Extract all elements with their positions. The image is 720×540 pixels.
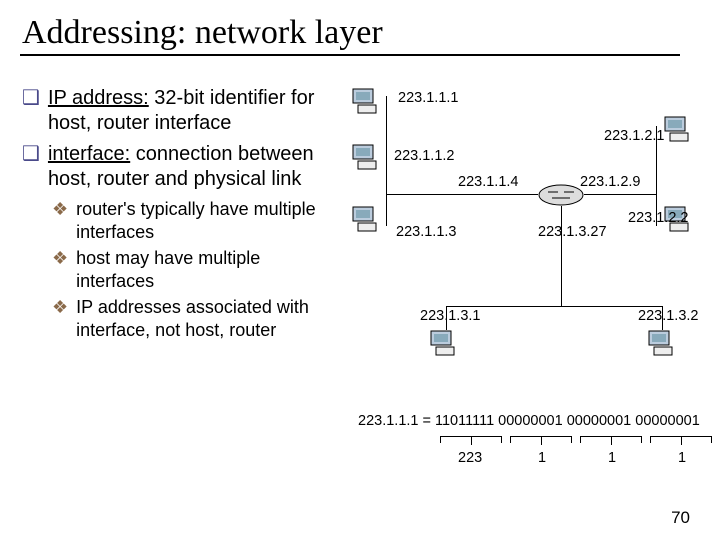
page-number: 70 [671, 508, 690, 528]
binary-expansion: 223.1.1.1 = 11011111 00000001 00000001 0… [358, 413, 700, 429]
brace [650, 436, 712, 439]
host-icon [350, 86, 382, 118]
subbullet-router-interfaces: ❖ router's typically have multiple inter… [52, 198, 342, 243]
subbullet-text: router's typically have multiple interfa… [76, 198, 342, 243]
subbullet-text: host may have multiple interfaces [76, 247, 342, 292]
link-line [561, 206, 562, 306]
square-bullet-icon: ❑ [22, 86, 40, 136]
ip-label: 223.1.2.2 [628, 210, 688, 226]
bullet-term: IP address: [48, 87, 149, 109]
host-icon [350, 204, 382, 236]
brace [510, 436, 572, 439]
link-line [446, 306, 447, 330]
host-icon [428, 328, 460, 360]
ip-label: 223.1.2.9 [580, 174, 640, 190]
link-line [386, 194, 538, 195]
binary-octet: 00000001 [498, 413, 563, 429]
brace [440, 436, 502, 439]
title-underline [20, 54, 680, 56]
network-diagram: 223.1.1.1 223.1.1.2 223.1.1.3 223.1.1.4 … [350, 86, 700, 386]
host-icon [662, 114, 694, 146]
binary-lhs: 223.1.1.1 = [358, 413, 435, 429]
binary-octet: 00000001 [635, 413, 700, 429]
ip-label: 223.1.1.4 [458, 174, 518, 190]
binary-octet: 00000001 [567, 413, 632, 429]
square-bullet-icon: ❑ [22, 142, 40, 192]
ip-label: 223.1.1.1 [398, 90, 458, 106]
ip-label: 223.1.1.3 [396, 224, 456, 240]
link-line [656, 126, 657, 226]
decimal-octet: 223 [458, 450, 482, 466]
diamond-bullet-icon: ❖ [52, 247, 68, 292]
host-icon [350, 142, 382, 174]
bullet-term: interface: [48, 143, 130, 165]
link-line [446, 306, 662, 307]
slide-title: Addressing: network layer [0, 0, 720, 52]
ip-label: 223.1.3.1 [420, 308, 480, 324]
diamond-bullet-icon: ❖ [52, 296, 68, 341]
router-icon [538, 184, 584, 206]
subbullet-host-interfaces: ❖ host may have multiple interfaces [52, 247, 342, 292]
subbullet-text: IP addresses associated with interface, … [76, 296, 342, 341]
bullet-ip-address: ❑ IP address: 32-bit identifier for host… [22, 86, 342, 136]
link-line [662, 306, 663, 330]
decimal-octet: 1 [608, 450, 616, 466]
ip-label: 223.1.1.2 [394, 148, 454, 164]
ip-label: 223.1.3.2 [638, 308, 698, 324]
brace [580, 436, 642, 439]
bullet-interface: ❑ interface: connection between host, ro… [22, 142, 342, 192]
ip-label: 223.1.3.27 [538, 224, 607, 240]
link-line [386, 96, 387, 226]
diamond-bullet-icon: ❖ [52, 198, 68, 243]
decimal-octet: 1 [678, 450, 686, 466]
body-text: ❑ IP address: 32-bit identifier for host… [22, 86, 342, 345]
host-icon [646, 328, 678, 360]
decimal-octet: 1 [538, 450, 546, 466]
link-line [584, 194, 656, 195]
subbullet-ip-associated: ❖ IP addresses associated with interface… [52, 296, 342, 341]
binary-octet: 11011111 [435, 413, 494, 429]
